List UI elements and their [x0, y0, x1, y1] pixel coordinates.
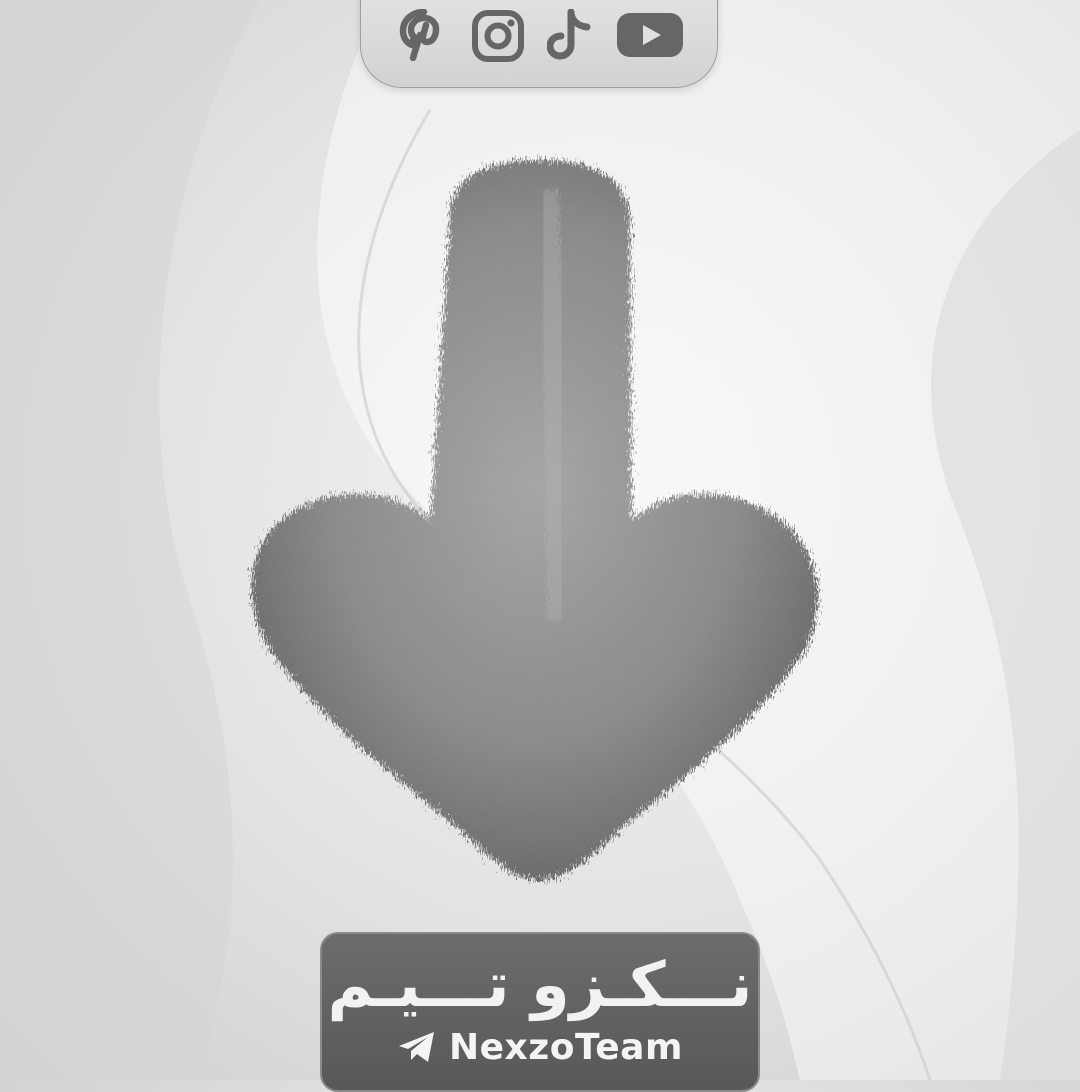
brand-card: نـــكـزو تـــيـم NexzoTeam — [320, 932, 760, 1092]
telegram-icon — [399, 1032, 435, 1062]
fur-arrow-down — [251, 160, 818, 880]
brand-latin-name: NexzoTeam — [449, 1026, 683, 1068]
brand-latin-row[interactable]: NexzoTeam — [322, 1024, 758, 1070]
brand-persian-name: نـــكـزو تـــيـم — [327, 948, 753, 1021]
